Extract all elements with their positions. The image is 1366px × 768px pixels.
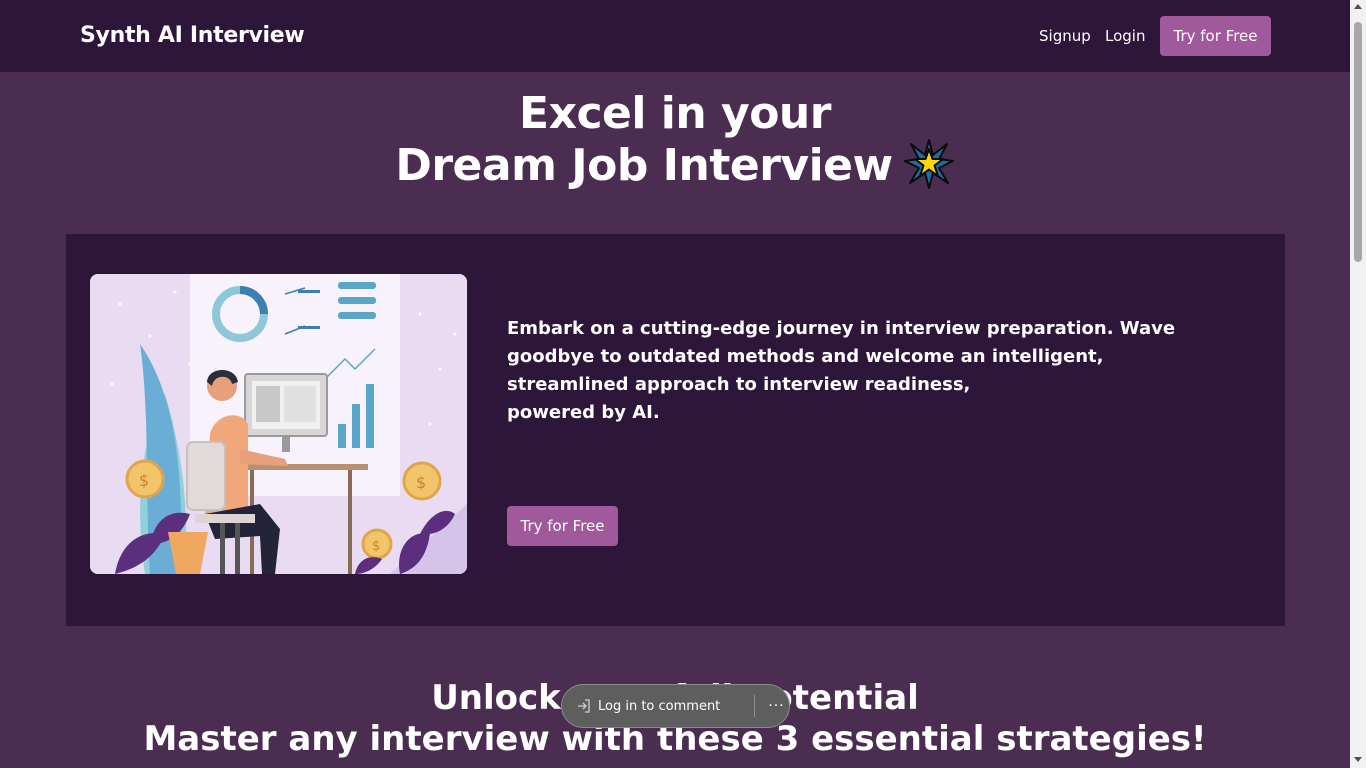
feature-description: Embark on a cutting-edge journey in inte… xyxy=(507,315,1227,427)
scroll-down-arrow-icon[interactable] xyxy=(1354,757,1362,762)
svg-text:$: $ xyxy=(416,473,426,492)
toolbar-divider xyxy=(754,695,756,717)
top-navbar: Synth AI Interview Signup Login Try for … xyxy=(0,0,1350,72)
hero-title-line2: Dream Job Interview xyxy=(395,140,893,191)
log-in-to-comment-button[interactable]: Log in to comment xyxy=(598,699,720,714)
brand-logo-text[interactable]: Synth AI Interview xyxy=(80,23,305,48)
svg-text:$: $ xyxy=(372,539,380,554)
feature-card: $ $ $ Embark on a cutting-edge journey i… xyxy=(66,234,1285,626)
glowing-star-icon xyxy=(903,139,954,189)
more-options-icon[interactable]: ··· xyxy=(768,698,784,714)
vertical-scrollbar[interactable] xyxy=(1350,0,1366,768)
hero-title-line1: Excel in your xyxy=(519,88,831,139)
scroll-up-arrow-icon[interactable] xyxy=(1354,4,1362,9)
person-at-computer-illustration: $ $ $ xyxy=(90,274,467,574)
hero-title: Excel in your Dream Job Interview xyxy=(0,90,1350,190)
signup-link[interactable]: Signup xyxy=(1039,27,1091,45)
card-try-free-button[interactable]: Try for Free xyxy=(507,506,618,546)
scrollbar-thumb[interactable] xyxy=(1354,22,1362,262)
hero-title-line2-row: Dream Job Interview xyxy=(0,138,1350,190)
svg-text:$: $ xyxy=(139,471,149,490)
comment-toolbar: Log in to comment ··· xyxy=(561,684,790,728)
feature-description-line1: Embark on a cutting-edge journey in inte… xyxy=(507,318,1176,395)
login-icon xyxy=(578,699,590,713)
header-try-free-button[interactable]: Try for Free xyxy=(1160,16,1271,56)
login-link[interactable]: Login xyxy=(1105,27,1145,45)
feature-description-line2: powered by AI. xyxy=(507,402,660,423)
